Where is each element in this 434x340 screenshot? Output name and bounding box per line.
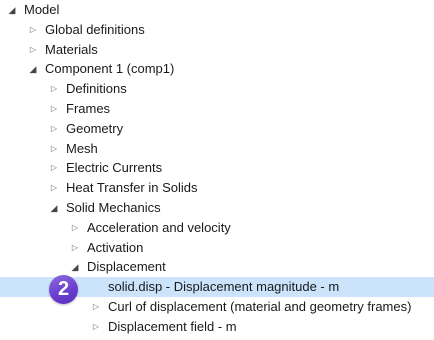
tree-node-label: Solid Mechanics	[66, 200, 161, 215]
tree-node[interactable]: ◢ Displacement	[0, 257, 434, 277]
tree-node-label: Electric Currents	[66, 160, 163, 175]
expand-triangle-icon[interactable]: ▷	[90, 297, 102, 317]
tree-node-label: Curl of displacement (material and geome…	[108, 299, 412, 314]
tree-node[interactable]: ▷ Frames	[0, 99, 434, 119]
expand-triangle-icon[interactable]: ▷	[48, 99, 60, 119]
tree-node-label: Materials	[45, 42, 98, 57]
tree-node[interactable]: ▷ Electric Currents	[0, 158, 434, 178]
expand-triangle-icon[interactable]: ▷	[27, 20, 39, 40]
tree-node[interactable]: ▷ Heat Transfer in Solids	[0, 178, 434, 198]
callout-badge: 2	[49, 275, 78, 304]
tree-node-label: Displacement field - m	[108, 319, 237, 334]
expand-triangle-icon[interactable]: ▷	[69, 218, 81, 238]
tree-node-label: Frames	[66, 101, 111, 116]
collapse-triangle-icon[interactable]: ◢	[6, 0, 18, 20]
expand-triangle-icon[interactable]: ▷	[90, 317, 102, 337]
tree-node[interactable]: ▷ Displacement field - m	[0, 317, 434, 337]
expand-triangle-icon[interactable]: ▷	[48, 158, 60, 178]
expand-triangle-icon[interactable]: ▷	[48, 119, 60, 139]
expand-triangle-icon[interactable]: ▷	[48, 178, 60, 198]
collapse-triangle-icon[interactable]: ◢	[48, 198, 60, 218]
tree-node[interactable]: ◢ Component 1 (comp1)	[0, 59, 434, 79]
tree-node-label: Displacement	[87, 259, 166, 274]
expand-triangle-icon[interactable]: ▷	[48, 139, 60, 159]
expand-triangle-icon[interactable]: ▷	[48, 79, 60, 99]
tree-node[interactable]: ▷ Definitions	[0, 79, 434, 99]
expand-triangle-icon[interactable]: ▷	[69, 238, 81, 258]
collapse-triangle-icon[interactable]: ◢	[27, 59, 39, 79]
tree-node[interactable]: ▷ Acceleration and velocity	[0, 218, 434, 238]
tree-node-label: Acceleration and velocity	[87, 220, 231, 235]
expand-triangle-icon[interactable]: ▷	[27, 40, 39, 60]
collapse-triangle-icon[interactable]: ◢	[69, 257, 81, 277]
tree-node-label: solid.disp - Displacement magnitude - m	[108, 279, 340, 294]
tree-node[interactable]: ▷ Mesh	[0, 139, 434, 159]
tree-node-label: Activation	[87, 240, 144, 255]
tree-node-label: Model	[24, 2, 60, 17]
tree-node-label: Mesh	[66, 141, 98, 156]
tree-node[interactable]: ▷ Materials	[0, 40, 434, 60]
tree-node-label: Heat Transfer in Solids	[66, 180, 198, 195]
tree-node[interactable]: ▷ Geometry	[0, 119, 434, 139]
tree-node[interactable]: ▷ Global definitions	[0, 20, 434, 40]
tree-node[interactable]: ◢ Solid Mechanics	[0, 198, 434, 218]
tree-node-label: Geometry	[66, 121, 124, 136]
tree-node-label: Component 1 (comp1)	[45, 61, 175, 76]
tree-node-label: Global definitions	[45, 22, 145, 37]
tree-node[interactable]: ▷ Activation	[0, 238, 434, 258]
tree-node[interactable]: ◢ Model	[0, 0, 434, 20]
tree-node-label: Definitions	[66, 81, 127, 96]
